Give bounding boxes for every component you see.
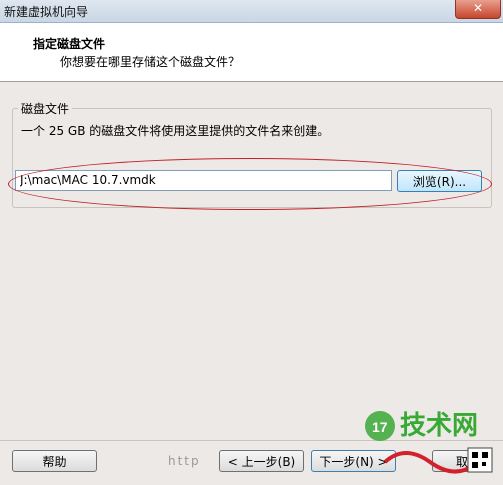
page-title: 指定磁盘文件 — [33, 37, 106, 51]
page-subtitle: 你想要在哪里存储这个磁盘文件？ — [60, 55, 241, 69]
back-button[interactable]: < 上一步(B) — [219, 450, 304, 472]
close-button[interactable]: ✕ — [455, 0, 501, 19]
disk-file-path-input[interactable] — [15, 170, 392, 191]
disk-file-group-label: 磁盘文件 — [18, 100, 73, 117]
help-button[interactable]: 帮助 — [12, 450, 97, 472]
svg-text:17: 17 — [372, 419, 388, 435]
disk-file-description: 一个 25 GB 的磁盘文件将使用这里提供的文件名来创建。 — [21, 124, 330, 138]
browse-button[interactable]: 浏览(R)... — [397, 170, 482, 192]
wizard-header: 指定磁盘文件 你想要在哪里存储这个磁盘文件？ — [0, 23, 503, 82]
watermark-logo-icon: 17 技术网 — [365, 411, 493, 474]
window-title: 新建虚拟机向导 — [4, 5, 89, 19]
watermark-site-name: 技术网 — [400, 411, 478, 441]
close-icon: ✕ — [472, 1, 484, 15]
site-watermark: 17 技术网 — [360, 404, 500, 482]
watermark-url: http — [168, 454, 201, 468]
title-bar: 新建虚拟机向导 ✕ — [0, 0, 503, 23]
